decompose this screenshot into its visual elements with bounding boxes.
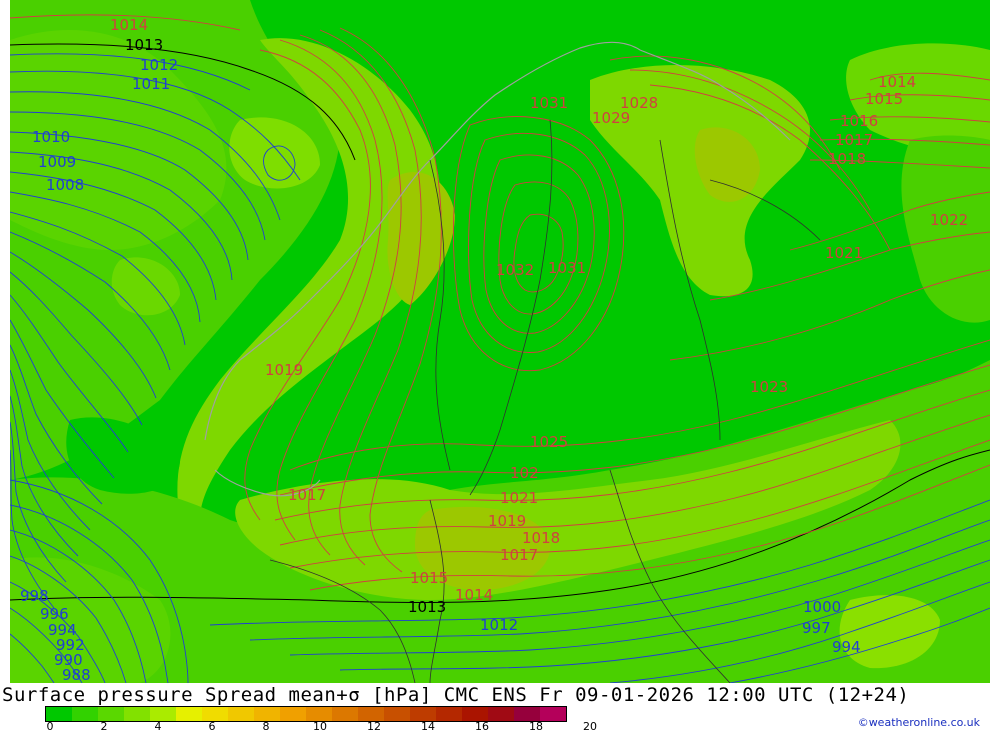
colorbar-swatch <box>72 707 98 721</box>
label-1017-ne: 1017 <box>835 131 873 149</box>
label-1022: 1022 <box>930 211 968 229</box>
label-994-se: 994 <box>832 638 861 656</box>
label-1019-south: 1019 <box>488 512 526 530</box>
colorbar-swatch <box>124 707 150 721</box>
colorbar-swatch <box>202 707 228 721</box>
label-1012-south: 1012 <box>480 616 518 634</box>
colorbar-ticks: 0 2 4 6 8 10 12 14 16 18 20 <box>45 720 645 733</box>
label-1021-south: 1021 <box>500 489 538 507</box>
label-1014-ne: 1014 <box>878 73 916 91</box>
label-1012-nw: 1012 <box>140 56 178 74</box>
label-1015-ne: 1015 <box>865 90 903 108</box>
colorbar-tick-label: 16 <box>475 720 489 733</box>
label-1008: 1008 <box>46 176 84 194</box>
colorbar-swatch <box>176 707 202 721</box>
colorbar-tick-label: 6 <box>208 720 216 733</box>
label-1014-nw: 1014 <box>110 16 148 34</box>
label-1018-south: 1018 <box>522 529 560 547</box>
colorbar-swatch <box>150 707 176 721</box>
colorbar-tick-label: 2 <box>100 720 108 733</box>
label-1009: 1009 <box>38 153 76 171</box>
label-1021-east: 1021 <box>825 244 863 262</box>
label-1016-ne: 1016 <box>840 112 878 130</box>
label-1011-nw: 1011 <box>132 75 170 93</box>
colorbar-swatch <box>254 707 280 721</box>
label-1017-south: 1017 <box>500 546 538 564</box>
colorbar-swatch <box>462 707 488 721</box>
colorbar-swatch <box>488 707 514 721</box>
colorbar-swatch <box>98 707 124 721</box>
colorbar-swatch <box>280 707 306 721</box>
label-1010: 1010 <box>32 128 70 146</box>
label-998: 998 <box>20 587 49 605</box>
colorbar-tick-label: 10 <box>313 720 327 733</box>
label-1025: 1025 <box>530 433 568 451</box>
label-102: 102 <box>510 464 539 482</box>
colorbar-tick-label: 4 <box>154 720 162 733</box>
label-1000: 1000 <box>803 598 841 616</box>
colorbar-tick-label: 12 <box>367 720 381 733</box>
credit-text[interactable]: ©weatheronline.co.uk <box>858 716 980 729</box>
colorbar-tick-label: 0 <box>46 720 54 733</box>
colorbar-swatch <box>46 707 72 721</box>
colorbar-swatch <box>306 707 332 721</box>
label-1032: 1032 <box>496 261 534 279</box>
colorbar-swatch <box>436 707 462 721</box>
label-988: 988 <box>62 666 91 683</box>
pressure-spread-map: 1014 1013 1012 1011 1010 1009 1008 1031 … <box>10 0 990 683</box>
colorbar-swatch <box>410 707 436 721</box>
map-title: Surface pressure Spread mean+σ [hPa] CMC… <box>2 684 910 706</box>
label-1029: 1029 <box>592 109 630 127</box>
label-1018-ne: 1018 <box>828 150 866 168</box>
colorbar-tick-label: 20 <box>583 720 597 733</box>
colorbar-swatch <box>540 707 566 721</box>
colorbar-swatch <box>228 707 254 721</box>
label-1013-south: 1013 <box>408 598 446 616</box>
colorbar-swatch <box>358 707 384 721</box>
label-1023: 1023 <box>750 378 788 396</box>
label-1013-nw: 1013 <box>125 36 163 54</box>
label-1015-south: 1015 <box>410 569 448 587</box>
colorbar-tick-label: 18 <box>529 720 543 733</box>
colorbar-tick-label: 8 <box>262 720 270 733</box>
colorbar-swatch <box>514 707 540 721</box>
label-1031-north: 1031 <box>530 94 568 112</box>
label-1014-south: 1014 <box>455 586 493 604</box>
colorbar-swatch <box>384 707 410 721</box>
label-1031-center: 1031 <box>548 259 586 277</box>
colorbar-tick-label: 14 <box>421 720 435 733</box>
label-1019-norway: 1019 <box>265 361 303 379</box>
label-1017-sw: 1017 <box>288 486 326 504</box>
label-997: 997 <box>802 619 831 637</box>
colorbar-swatch <box>332 707 358 721</box>
